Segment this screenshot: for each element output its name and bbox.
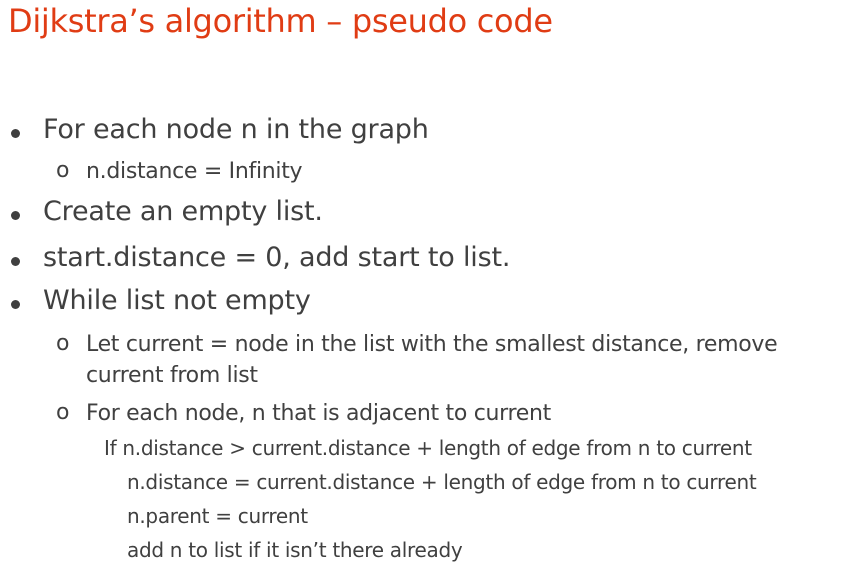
bullet-dot-icon [11,211,20,220]
code-line: n.distance = current.distance + length o… [127,470,757,494]
code-line: n.parent = current [127,504,308,528]
bullet-item: start.distance = 0, add start to list. [43,242,511,273]
bullet-item: While list not empty [43,285,311,316]
sub-bullet-item: n.distance = Infinity [86,159,303,184]
bullet-dot-icon [11,257,20,266]
sub-bullet-item-continuation: current from list [86,363,258,388]
slide-title: Dijkstra’s algorithm – pseudo code [8,2,553,40]
sub-bullet-item: Let current = node in the list with the … [86,332,778,357]
bullet-dot-icon [11,300,20,309]
bullet-circle-icon: o [56,331,70,356]
bullet-dot-icon [11,129,20,138]
sub-bullet-item: For each node, n that is adjacent to cur… [86,401,551,426]
bullet-circle-icon: o [56,158,70,183]
bullet-circle-icon: o [56,400,70,425]
code-line: If n.distance > current.distance + lengt… [104,436,752,460]
code-line: add n to list if it isn’t there already [127,538,463,562]
bullet-item: Create an empty list. [43,196,323,227]
bullet-item: For each node n in the graph [43,114,429,145]
